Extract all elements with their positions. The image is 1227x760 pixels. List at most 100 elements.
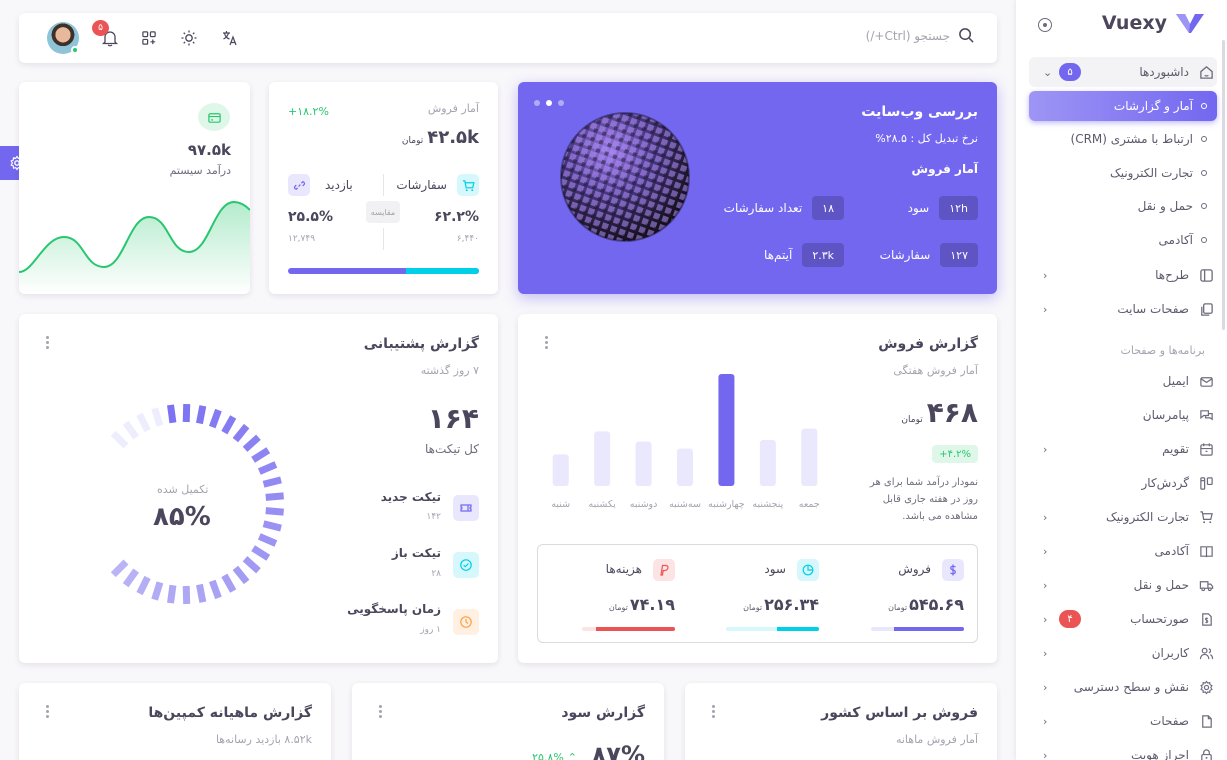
- carousel-indicators[interactable]: [534, 100, 564, 106]
- sidebar-item-cart[interactable]: تجارت الکترونیک ‹: [1029, 502, 1217, 532]
- gauge-tick: [232, 565, 250, 585]
- card-subtitle: ۷ روز گذشته: [420, 364, 479, 377]
- circle-icon: [1201, 237, 1207, 243]
- ticket-icon: [453, 495, 479, 521]
- divider: [383, 174, 384, 196]
- visits-pct: ۲۵.۵%: [288, 209, 333, 225]
- bar-5[interactable]: [594, 431, 611, 486]
- gauge-tick: [122, 420, 140, 440]
- sidebar-item-truck[interactable]: حمل و نقل ‹: [1029, 570, 1217, 600]
- ticket-row-value: ۱۴۲: [426, 512, 441, 522]
- sidebar-item-chat[interactable]: پیامرسان: [1029, 400, 1217, 430]
- profit-change: ⌃ ۲۵.۸%: [532, 751, 577, 760]
- sidebar-item-book[interactable]: آکادمی ‹: [1029, 536, 1217, 566]
- collapse-toggle-icon[interactable]: [1038, 18, 1052, 32]
- sidebar-item-calendar[interactable]: تقویم ‹: [1029, 434, 1217, 464]
- search-box[interactable]: جستجو (Ctrl+/): [866, 27, 975, 44]
- sales-overview-card: آمار فروش +۱۸.۲% ۴۲.۵k تومان سفارشات ۶۲.…: [269, 82, 498, 294]
- divider: [383, 228, 384, 250]
- gauge-tick: [151, 407, 164, 427]
- gauge-label: تکمیل شده: [157, 483, 209, 496]
- sidebar-item-label: تجارت الکترونیک: [1109, 166, 1193, 180]
- pie-chart-icon: [797, 559, 819, 581]
- ticket-row-value: ۲۸: [431, 569, 441, 579]
- shortcuts-icon[interactable]: [141, 30, 158, 51]
- cart-icon: [457, 174, 479, 196]
- sun-icon[interactable]: [180, 29, 198, 51]
- total-tickets-label: کل تیکت‌ها: [425, 442, 479, 456]
- brand-name: Vuexy: [1101, 12, 1167, 34]
- sidebar-item-users[interactable]: کاربران ‹: [1029, 638, 1217, 668]
- gauge-tick: [242, 434, 261, 452]
- breakdown-label: سود: [764, 562, 786, 576]
- sales-change: +۱۸.۲%: [288, 105, 329, 118]
- stat-orders: ۱۲۷ سفارشات: [880, 243, 978, 267]
- invoice-icon: [1197, 610, 1215, 628]
- report-breakdown: فروش ۵۴۵.۶۹ تومان سود ۲۵۶.۳۴ تومان هزینه‌ه…: [537, 544, 978, 643]
- sidebar-item-settings[interactable]: نقش و سطح دسترسی ‹: [1029, 672, 1217, 702]
- bar-3[interactable]: [677, 448, 693, 486]
- progress-fill: [894, 627, 964, 631]
- tick-label: جمعه: [799, 499, 820, 510]
- website-analytics-card: بررسی وب‌سایت نرخ تبدیل کل : ۲۸.۵% آمار …: [518, 82, 997, 294]
- bar-6[interactable]: [552, 454, 569, 486]
- breakdown-value: ۷۴.۱۹: [629, 595, 675, 614]
- sidebar-scrollbar[interactable]: [1222, 40, 1225, 330]
- gauge-tick: [196, 405, 207, 425]
- sidebar-item-dashboards[interactable]: داشبوردها ۵ ⌄: [1029, 57, 1217, 87]
- sidebar-item-kanban[interactable]: گردش‌کار: [1029, 468, 1217, 498]
- layout-icon: [1197, 266, 1215, 284]
- bar-1[interactable]: [759, 440, 776, 486]
- total-tickets: ۱۶۴: [427, 402, 479, 435]
- tick-label: چهارشنبه: [708, 499, 745, 510]
- bar-4[interactable]: [635, 441, 652, 486]
- more-options-icon[interactable]: [45, 705, 49, 718]
- sidebar-item-analytics[interactable]: آمار و گزارشات: [1029, 91, 1217, 121]
- chevron-left-icon: ‹: [1043, 612, 1048, 626]
- sidebar-item-file[interactable]: صفحات ‹: [1029, 706, 1217, 736]
- sidebar-item-label: آکادمی: [1158, 233, 1193, 247]
- kanban-icon: [1197, 474, 1215, 492]
- sidebar-item-invoice[interactable]: صورتحساب ۴ ‹: [1029, 604, 1217, 634]
- file-icon: [1197, 712, 1215, 730]
- breakdown-label: هزینه‌ها: [605, 562, 642, 576]
- revenue-sparkline: [19, 200, 250, 294]
- translate-icon[interactable]: [221, 29, 239, 51]
- sidebar-item-layouts[interactable]: طرح‌ها ‹: [1029, 260, 1217, 290]
- calendar-icon: [1197, 440, 1215, 458]
- circle-icon: [1201, 170, 1207, 176]
- chevron-down-icon: ⌄: [1043, 65, 1053, 79]
- more-options-icon[interactable]: [711, 705, 715, 718]
- bar-2[interactable]: [718, 374, 735, 486]
- more-options-icon[interactable]: [544, 336, 548, 349]
- sales-value-wrap: ۴۲.۵k تومان: [402, 127, 479, 148]
- gauge-tick: [265, 507, 284, 516]
- ticket-row-value: ۱ روز: [420, 625, 441, 635]
- chevron-left-icon: ‹: [1043, 748, 1048, 760]
- ticket-row-label: زمان پاسخگویی: [347, 602, 441, 616]
- sidebar-item-academy[interactable]: آکادمی: [1029, 225, 1217, 255]
- sidebar-item-front-pages[interactable]: صفحات سایت ‹: [1029, 294, 1217, 324]
- gauge-tick: [208, 579, 222, 600]
- avatar[interactable]: [47, 22, 79, 54]
- report-note: نمودار درآمد شما برای هر روز در هفته جار…: [869, 477, 978, 522]
- chevron-left-icon: ‹: [1043, 578, 1048, 592]
- sidebar-item-ecommerce[interactable]: تجارت الکترونیک: [1029, 158, 1217, 188]
- brand[interactable]: Vuexy: [1102, 12, 1205, 34]
- gauge-tick: [196, 583, 207, 603]
- bar-0[interactable]: [801, 428, 818, 486]
- more-options-icon[interactable]: [45, 336, 49, 349]
- sidebar-item-lock[interactable]: احراز هویت ‹: [1029, 740, 1217, 760]
- stat-value: ۱۲h: [939, 196, 978, 220]
- sidebar: Vuexy داشبوردها ۵ ⌄ آمار و گزارشات ارتبا…: [1016, 0, 1227, 760]
- more-options-icon[interactable]: [378, 705, 382, 718]
- progress-fill: [406, 268, 479, 274]
- sidebar-item-crm[interactable]: ارتباط با مشتری (CRM): [1029, 124, 1217, 154]
- sidebar-item-logistics[interactable]: حمل و نقل: [1029, 191, 1217, 221]
- sidebar-item-mail[interactable]: ایمیل: [1029, 366, 1217, 396]
- earning-reports-card: گزارش فروش آمار فروش هفتگی ۴۶۸ تومان +۴.…: [518, 314, 997, 663]
- report-value: ۴۶۸: [926, 396, 978, 429]
- search-input[interactable]: جستجو (Ctrl+/): [866, 29, 950, 43]
- circle-icon: [1201, 203, 1207, 209]
- sidebar-item-label: نقش و سطح دسترسی: [1073, 680, 1189, 694]
